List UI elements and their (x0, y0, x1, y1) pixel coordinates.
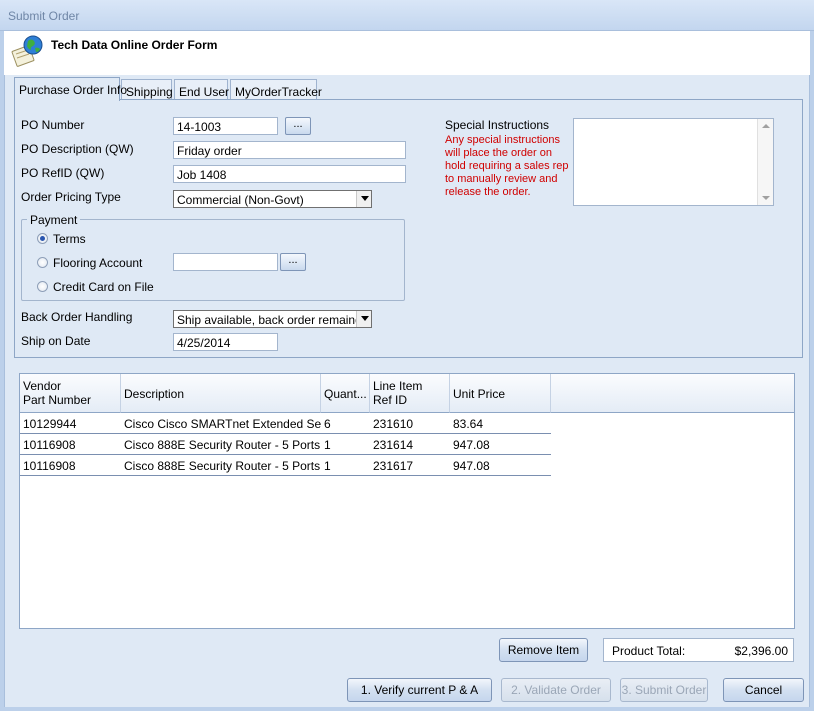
payment-flooring-label[interactable]: Flooring Account (53, 256, 142, 270)
pricing-type-label: Order Pricing Type (21, 190, 121, 204)
tab-purchase-order-info[interactable]: Purchase Order Info (14, 77, 127, 101)
po-description-input[interactable]: Friday order (173, 141, 406, 159)
tab-myordertracker[interactable]: MyOrderTracker (230, 79, 322, 101)
header-ref-id: Ref ID (373, 393, 408, 407)
cell-quantity: 6 (324, 417, 331, 431)
window-title: Submit Order (8, 9, 80, 23)
back-order-label: Back Order Handling (21, 310, 133, 324)
product-total-value: $2,396.00 (734, 644, 788, 658)
cell-description: Cisco 888E Security Router - 5 Ports... (124, 438, 321, 452)
special-instructions-note: Any special instructions will place the … (445, 134, 569, 198)
payment-credit-card-radio[interactable] (37, 281, 48, 292)
payment-terms-label[interactable]: Terms (53, 232, 86, 246)
column-header-description[interactable]: Description (121, 374, 321, 413)
pricing-type-value: Commercial (Non-Govt) (177, 193, 304, 207)
header-vendor: Vendor (23, 379, 62, 393)
cell-part-number: 10116908 (23, 438, 76, 452)
column-header-line-item-ref[interactable]: Line Item Ref ID (370, 374, 450, 413)
po-number-browse-button[interactable]: ... (285, 117, 311, 135)
window-titlebar: Submit Order (0, 0, 814, 31)
product-total-box: Product Total: $2,396.00 (603, 638, 794, 662)
cell-part-number: 10116908 (23, 459, 76, 473)
po-description-label: PO Description (QW) (21, 142, 134, 156)
po-number-label: PO Number (21, 118, 85, 132)
column-header-quantity[interactable]: Quant... (321, 374, 370, 413)
dropdown-button[interactable] (356, 191, 371, 207)
cell-unit-price: 947.08 (453, 459, 490, 473)
form-title: Tech Data Online Order Form (51, 38, 218, 52)
back-order-value: Ship available, back order remainder (177, 313, 372, 327)
tab-end-user[interactable]: End User (174, 79, 230, 101)
chevron-down-icon (361, 196, 369, 201)
flooring-account-browse-button[interactable]: ... (280, 253, 306, 271)
column-header-part-number[interactable]: Vendor Part Number (20, 374, 121, 413)
submit-order-button[interactable]: 3. Submit Order (620, 678, 708, 702)
pricing-type-select[interactable]: Commercial (Non-Govt) (173, 190, 372, 208)
table-row[interactable]: 10129944 Cisco Cisco SMARTnet Extended S… (20, 413, 551, 434)
po-refid-label: PO RefID (QW) (21, 166, 105, 180)
remove-item-button[interactable]: Remove Item (499, 638, 588, 662)
table-row[interactable]: 10116908 Cisco 888E Security Router - 5 … (20, 455, 551, 476)
column-header-filler (551, 374, 794, 413)
back-order-select[interactable]: Ship available, back order remainder (173, 310, 372, 328)
cell-ref-id: 231610 (373, 417, 414, 431)
payment-flooring-radio[interactable] (37, 257, 48, 268)
cell-part-number: 10129944 (23, 417, 77, 431)
header-line-item: Line Item (373, 379, 423, 393)
globe-document-icon (11, 35, 43, 67)
verify-pa-button[interactable]: 1. Verify current P & A (347, 678, 492, 702)
payment-terms-radio[interactable] (37, 233, 48, 244)
tab-shipping[interactable]: Shipping (121, 79, 173, 101)
po-number-input[interactable]: 14-1003 (173, 117, 278, 135)
cell-unit-price: 947.08 (453, 438, 490, 452)
column-header-unit-price[interactable]: Unit Price (450, 374, 551, 413)
ship-on-date-label: Ship on Date (21, 334, 91, 348)
payment-group-label: Payment (27, 213, 81, 227)
cancel-button[interactable]: Cancel (723, 678, 804, 702)
tab-label: MyOrderTracker (235, 85, 322, 99)
scroll-up-icon[interactable] (762, 124, 770, 128)
cell-description: Cisco 888E Security Router - 5 Ports... (124, 459, 321, 473)
tab-label: Purchase Order Info (19, 83, 128, 97)
special-instructions-textarea[interactable] (573, 118, 774, 206)
cell-ref-id: 231614 (373, 438, 414, 452)
cell-ref-id: 231617 (373, 459, 414, 473)
tab-label: Shipping (126, 85, 173, 99)
cell-description: Cisco Cisco SMARTnet Extended Se... (124, 417, 321, 431)
special-instructions-label: Special Instructions (445, 118, 550, 132)
validate-order-button[interactable]: 2. Validate Order (501, 678, 611, 702)
tab-label: End User (179, 85, 230, 99)
dropdown-button[interactable] (356, 311, 371, 327)
textarea-scrollbar[interactable] (757, 119, 773, 205)
cell-quantity: 1 (324, 438, 331, 452)
header-part-number: Part Number (23, 393, 92, 407)
po-refid-input[interactable]: Job 1408 (173, 165, 406, 183)
table-row[interactable]: 10116908 Cisco 888E Security Router - 5 … (20, 434, 551, 455)
ship-on-date-input[interactable]: 4/25/2014 (173, 333, 278, 351)
scroll-down-icon[interactable] (762, 196, 770, 200)
form-header: Tech Data Online Order Form (4, 31, 810, 75)
payment-credit-card-label[interactable]: Credit Card on File (53, 280, 154, 294)
product-total-label: Product Total: (612, 644, 686, 658)
cell-unit-price: 83.64 (453, 417, 484, 431)
flooring-account-input[interactable] (173, 253, 278, 271)
cell-quantity: 1 (324, 459, 331, 473)
chevron-down-icon (361, 316, 369, 321)
order-items-grid[interactable]: Vendor Part Number Description Quant... … (19, 373, 795, 629)
